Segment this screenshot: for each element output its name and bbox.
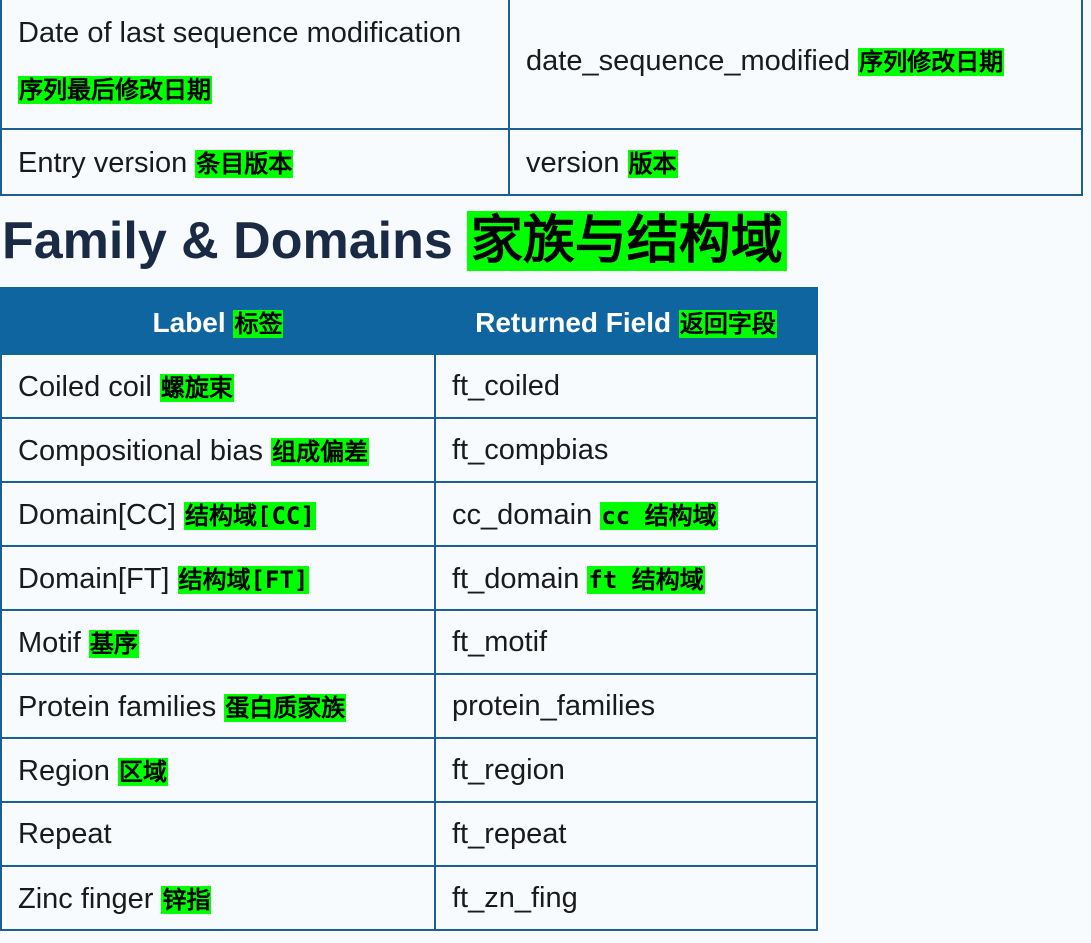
label-translation: 条目版本 xyxy=(195,150,294,178)
field-text: date_sequence_modified xyxy=(526,45,851,77)
label-text: Date of last sequence modification xyxy=(18,17,462,49)
section-heading: Family & Domains 家族与结构域 xyxy=(2,206,787,276)
label-translation: 结构域[CC] xyxy=(184,502,316,530)
field-text: ft_compbias xyxy=(452,433,609,466)
field-cell: ft_motif xyxy=(434,609,818,675)
header-label-text: Label xyxy=(152,306,226,338)
field-translation: ft 结构域 xyxy=(587,566,705,594)
label-translation: 组成偏差 xyxy=(271,438,370,466)
table-row: Domain[CC] 结构域[CC] cc_domain cc 结构域 xyxy=(0,481,818,547)
label-text: Repeat xyxy=(18,817,112,850)
field-cell: ft_region xyxy=(434,737,818,803)
label-translation: 序列最后修改日期 xyxy=(18,76,212,104)
field-cell: ft_domain ft 结构域 xyxy=(434,545,818,611)
field-text: cc_domain xyxy=(452,499,593,531)
label-text: Coiled coil xyxy=(18,371,152,403)
field-cell: ft_zn_fing xyxy=(434,865,818,931)
label-cell: Coiled coil 螺旋束 xyxy=(0,353,436,419)
label-translation: 结构域[FT] xyxy=(177,566,310,594)
label-cell: Compositional bias 组成偏差 xyxy=(0,417,436,483)
field-cell: version 版本 xyxy=(508,128,1083,196)
field-cell: ft_coiled xyxy=(434,353,818,419)
label-text: Motif xyxy=(18,627,81,659)
label-text: Zinc finger xyxy=(18,883,154,915)
header-label-translation: 标签 xyxy=(233,309,284,338)
label-cell: Region 区域 xyxy=(0,737,436,803)
table-row: Compositional bias 组成偏差 ft_compbias xyxy=(0,417,818,483)
document-page: Date of last sequence modification 序列最后修… xyxy=(0,0,1091,943)
table-row: Date of last sequence modification 序列最后修… xyxy=(0,0,1083,130)
table-row: Protein families 蛋白质家族 protein_families xyxy=(0,673,818,739)
label-cell: Motif 基序 xyxy=(0,609,436,675)
table-body: Coiled coil 螺旋束 ft_coiled Compositional bi… xyxy=(0,353,818,931)
label-cell: Domain[CC] 结构域[CC] xyxy=(0,481,436,547)
label-text: Compositional bias xyxy=(18,435,264,467)
field-cell: date_sequence_modified 序列修改日期 xyxy=(508,0,1083,130)
field-text: ft_domain xyxy=(452,563,580,595)
field-cell: ft_compbias xyxy=(434,417,818,483)
label-cell: Entry version 条目版本 xyxy=(0,128,510,196)
label-text: Domain[FT] xyxy=(18,563,170,595)
label-translation: 区域 xyxy=(117,758,168,786)
header-field: Returned Field 返回字段 xyxy=(434,287,818,355)
label-text: Protein families xyxy=(18,691,217,723)
field-text: ft_region xyxy=(452,753,565,786)
table-row: Zinc finger 锌指 ft_zn_fing xyxy=(0,865,818,931)
previous-section-table: Date of last sequence modification 序列最后修… xyxy=(0,0,1083,196)
header-field-translation: 返回字段 xyxy=(678,309,777,338)
field-translation: 序列修改日期 xyxy=(858,48,1005,76)
field-translation: 版本 xyxy=(627,150,678,178)
table-row: Entry version 条目版本 version 版本 xyxy=(0,128,1083,196)
family-domains-table: Label 标签 Returned Field 返回字段 Coiled coil… xyxy=(0,287,818,931)
label-cell: Zinc finger 锌指 xyxy=(0,865,436,931)
header-label: Label 标签 xyxy=(0,287,436,355)
field-cell: protein_families xyxy=(434,673,818,739)
table-row: Motif 基序 ft_motif xyxy=(0,609,818,675)
label-text: Domain[CC] xyxy=(18,499,176,531)
table-row: Repeat ft_repeat xyxy=(0,801,818,867)
field-text: version xyxy=(526,147,620,179)
section-title-text: Family & Domains xyxy=(2,212,453,270)
header-field-text: Returned Field xyxy=(475,306,672,338)
label-cell: Date of last sequence modification 序列最后修… xyxy=(0,0,510,130)
label-cell: Protein families 蛋白质家族 xyxy=(0,673,436,739)
label-text: Entry version xyxy=(18,147,188,179)
table-row: Coiled coil 螺旋束 ft_coiled xyxy=(0,353,818,419)
label-text: Region xyxy=(18,755,110,787)
field-text: ft_coiled xyxy=(452,369,561,402)
label-cell: Domain[FT] 结构域[FT] xyxy=(0,545,436,611)
field-text: ft_motif xyxy=(452,625,548,658)
field-text: protein_families xyxy=(452,689,656,722)
field-translation: cc 结构域 xyxy=(600,502,718,530)
table-header-row: Label 标签 Returned Field 返回字段 xyxy=(0,287,818,355)
field-cell: ft_repeat xyxy=(434,801,818,867)
section-title-translation: 家族与结构域 xyxy=(466,211,787,271)
label-translation: 基序 xyxy=(88,630,139,658)
table-row: Domain[FT] 结构域[FT] ft_domain ft 结构域 xyxy=(0,545,818,611)
field-cell: cc_domain cc 结构域 xyxy=(434,481,818,547)
label-cell: Repeat xyxy=(0,801,436,867)
label-translation: 蛋白质家族 xyxy=(224,694,347,722)
label-translation: 螺旋束 xyxy=(159,374,234,402)
table-row: Region 区域 ft_region xyxy=(0,737,818,803)
field-text: ft_zn_fing xyxy=(452,881,578,914)
field-text: ft_repeat xyxy=(452,817,567,850)
label-translation: 锌指 xyxy=(161,886,212,914)
